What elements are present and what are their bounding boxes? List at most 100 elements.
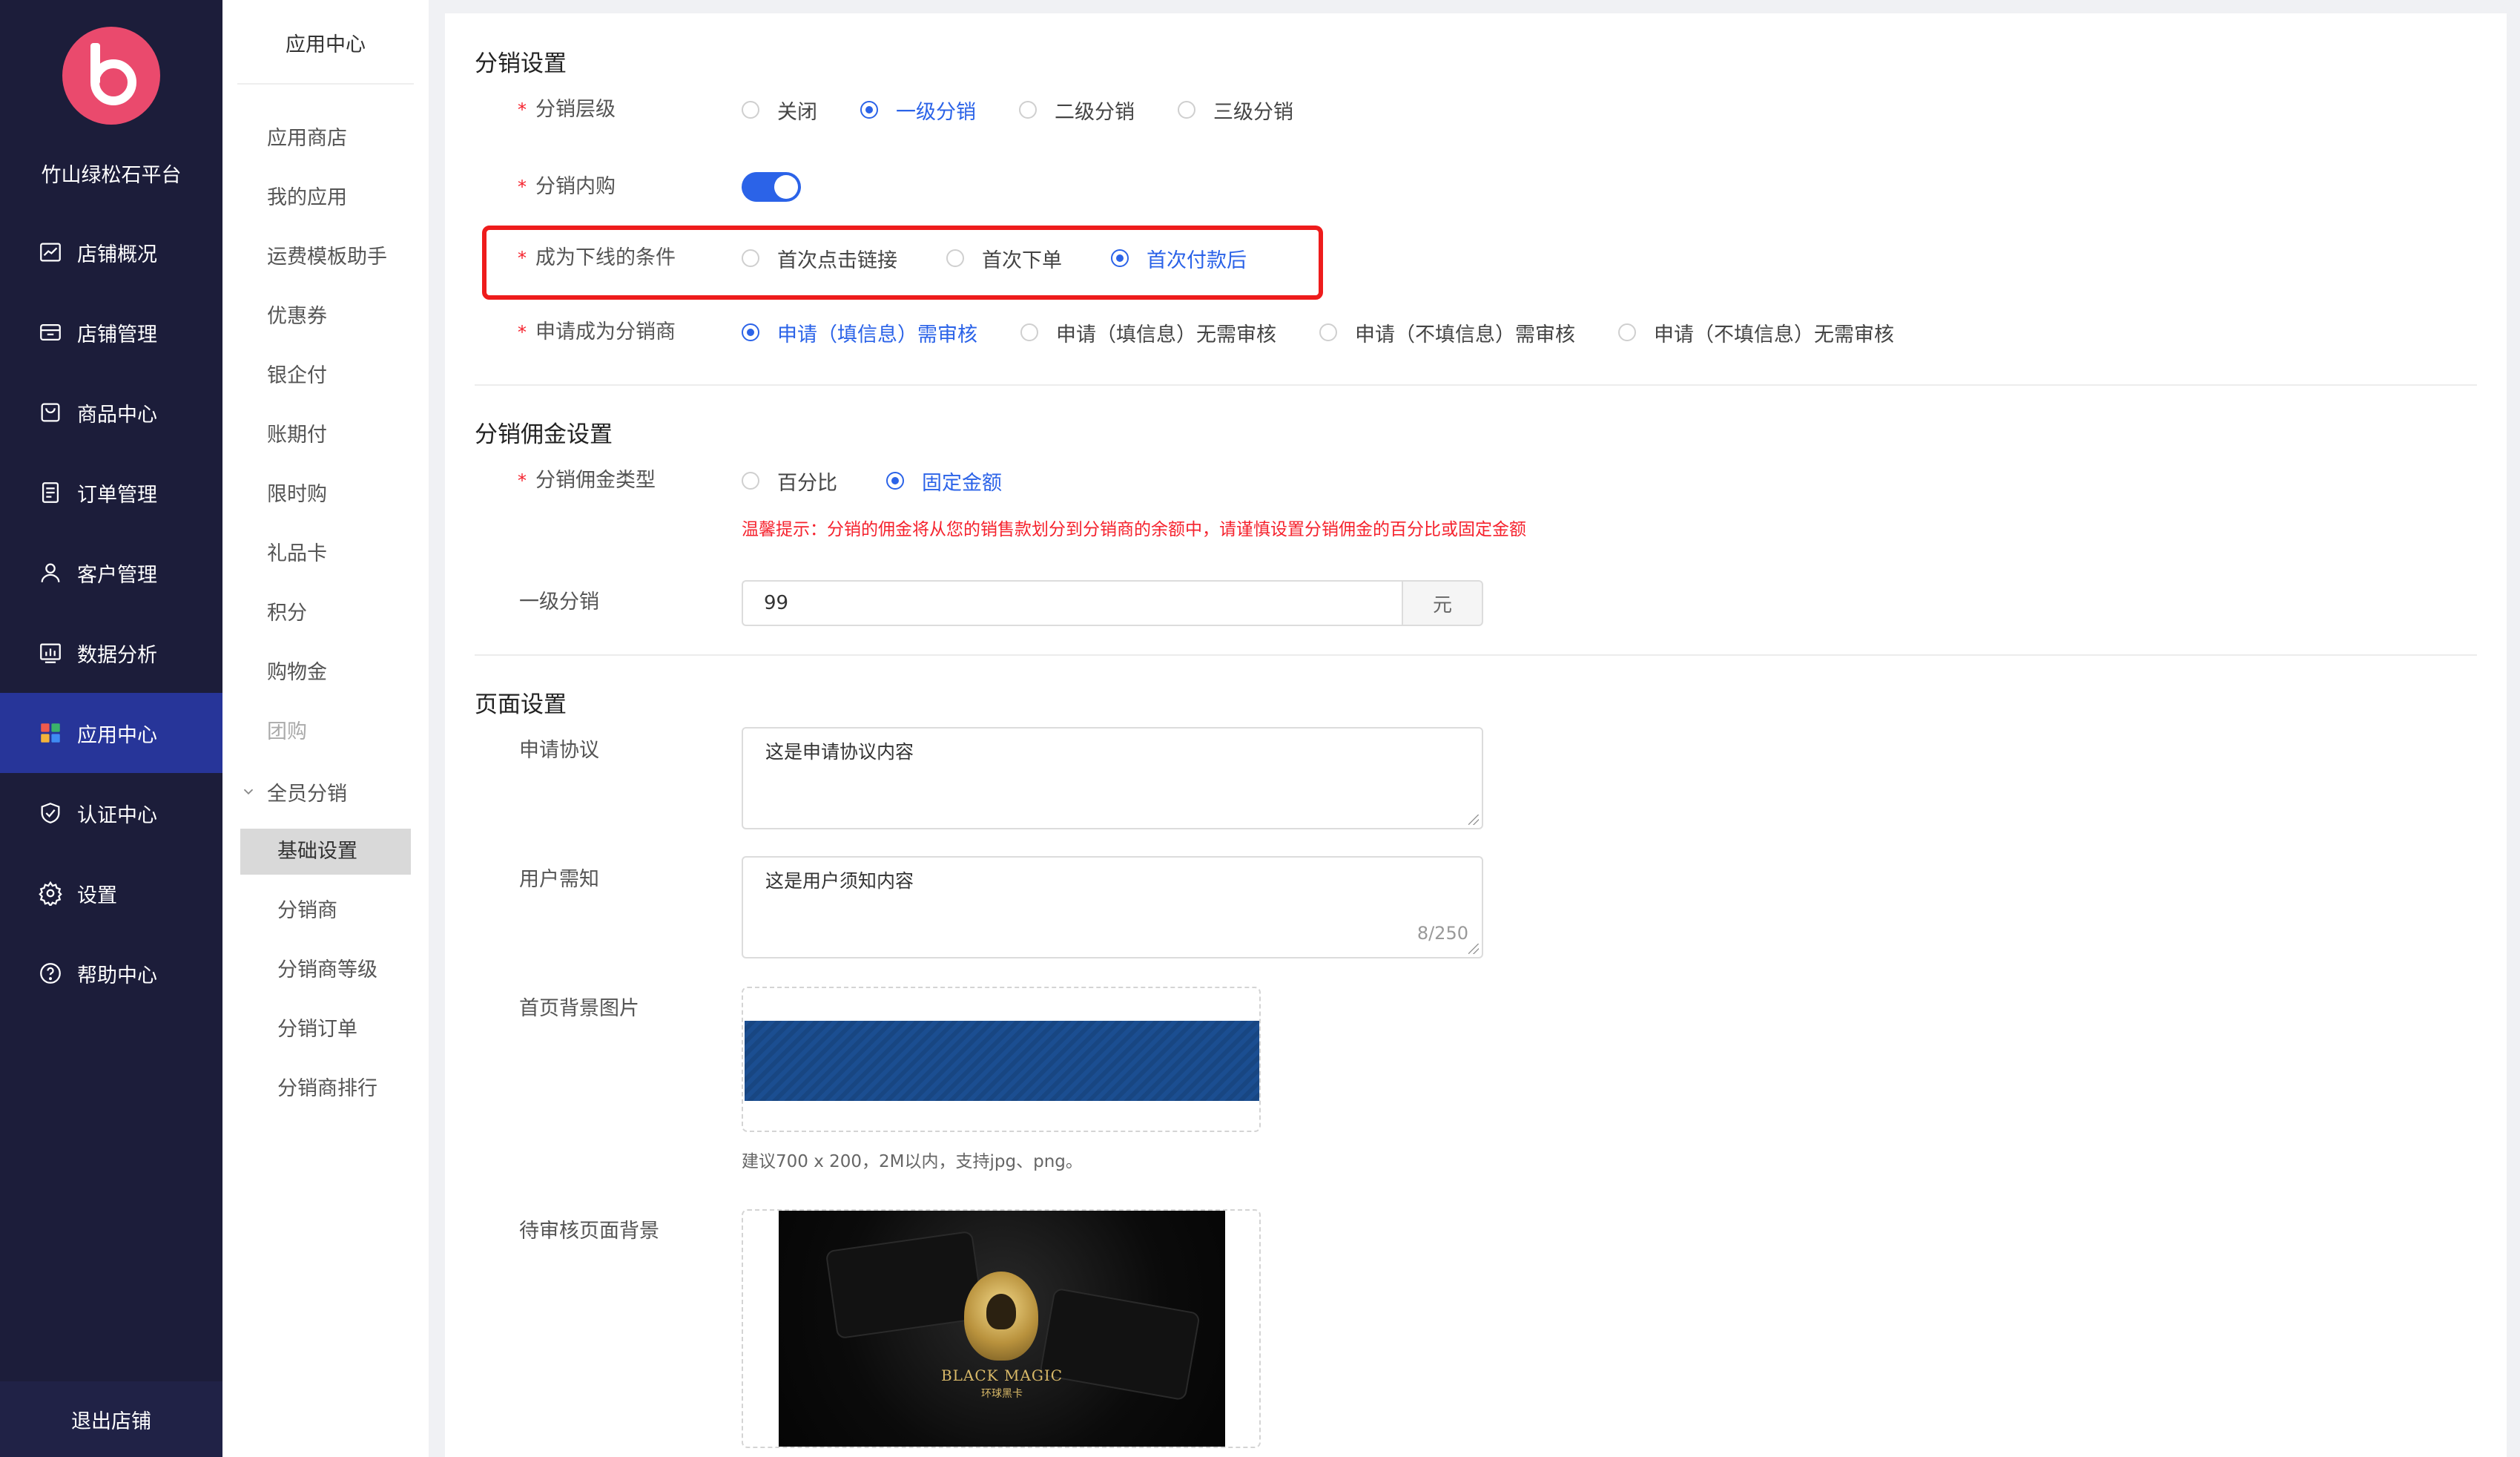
radio-apply-noinfo-no-review[interactable]: 申请（不填信息）无需审核 xyxy=(1618,318,1894,347)
radio-group-apply: 申请（填信息）需审核 申请（填信息）无需审核 申请（不填信息）需审核 申请（不填… xyxy=(742,318,1894,347)
user-icon xyxy=(37,559,64,586)
submenu-item-group-buy[interactable]: 团购 xyxy=(267,717,307,747)
home-bg-upload[interactable] xyxy=(742,987,1261,1132)
store-icon xyxy=(37,319,64,346)
submenu-item-distributor-ranking[interactable]: 分销商排行 xyxy=(277,1074,377,1104)
main-sidebar: 竹山绿松石平台 店铺概况 店铺管理 商品中心 订单管理 客户管理 数据分析 应用… xyxy=(0,0,222,1457)
nav-certification-center[interactable]: 认证中心 xyxy=(0,773,222,853)
submenu-item-bank-pay[interactable]: 银企付 xyxy=(267,361,327,391)
nav-label: 店铺概况 xyxy=(77,243,157,266)
home-bg-image xyxy=(745,1021,1259,1101)
radio-level-off[interactable]: 关闭 xyxy=(742,96,817,125)
logout-button[interactable]: 退出店铺 xyxy=(0,1381,222,1457)
nav-app-center[interactable]: 应用中心 xyxy=(0,693,222,773)
nav-label: 客户管理 xyxy=(77,563,157,587)
submenu-item-coupons[interactable]: 优惠券 xyxy=(267,302,327,332)
level1-commission-input[interactable] xyxy=(742,580,1402,626)
field-label-commission-type: * 分销佣金类型 xyxy=(518,469,656,492)
nav-product-center[interactable]: 商品中心 xyxy=(0,372,222,453)
nav-settings[interactable]: 设置 xyxy=(0,853,222,933)
nav-order-management[interactable]: 订单管理 xyxy=(0,453,222,533)
section-title-distribution: 分销设置 xyxy=(475,50,567,77)
submenu-item-distributors[interactable]: 分销商 xyxy=(277,896,337,926)
review-bg-image: BLACK MAGIC 环球黑卡 xyxy=(779,1211,1225,1447)
field-label-level: * 分销层级 xyxy=(518,98,616,121)
help-circle-icon xyxy=(37,960,64,987)
internal-purchase-toggle[interactable] xyxy=(742,172,801,202)
nav-help-center[interactable]: 帮助中心 xyxy=(0,933,222,1013)
agreement-textarea[interactable]: 这是申请协议内容 xyxy=(743,728,1482,828)
field-label-downline-condition: * 成为下线的条件 xyxy=(518,246,676,269)
radio-apply-info-no-review[interactable]: 申请（填信息）无需审核 xyxy=(1020,318,1276,347)
radio-apply-info-review[interactable]: 申请（填信息）需审核 xyxy=(742,318,977,347)
knight-emblem xyxy=(964,1272,1038,1361)
radio-commission-percent[interactable]: 百分比 xyxy=(742,467,837,496)
card-subtitle: 环球黑卡 xyxy=(981,1388,1023,1400)
nav-store-management[interactable]: 店铺管理 xyxy=(0,292,222,372)
radio-group-level: 关闭 一级分销 二级分销 三级分销 xyxy=(742,95,1293,125)
required-mark: * xyxy=(518,177,527,197)
radio-first-payment[interactable]: 首次付款后 xyxy=(1111,244,1247,273)
submenu-item-credit-pay[interactable]: 账期付 xyxy=(267,421,327,450)
submenu-item-app-store[interactable]: 应用商店 xyxy=(267,124,347,154)
radio-apply-noinfo-review[interactable]: 申请（不填信息）需审核 xyxy=(1319,318,1575,347)
submenu-group-distribution[interactable]: 全员分销 xyxy=(240,777,347,806)
card-decoration xyxy=(825,1230,985,1340)
radio-level-first[interactable]: 一级分销 xyxy=(860,96,976,125)
field-label-home-bg: 首页背景图片 xyxy=(519,997,639,1020)
nav-store-overview[interactable]: 店铺概况 xyxy=(0,212,222,292)
nav-label: 数据分析 xyxy=(77,643,157,667)
submenu-item-shopping-credit[interactable]: 购物金 xyxy=(267,658,327,688)
submenu-item-distributor-levels[interactable]: 分销商等级 xyxy=(277,956,377,985)
brand-logo[interactable] xyxy=(62,27,160,125)
submenu-item-freight-template[interactable]: 运费模板助手 xyxy=(267,243,387,272)
section-divider xyxy=(475,654,2477,656)
submenu-item-gift-card[interactable]: 礼品卡 xyxy=(267,539,327,569)
agreement-textarea-box: 这是申请协议内容 xyxy=(742,727,1483,829)
submenu-item-distribution-orders[interactable]: 分销订单 xyxy=(277,1015,357,1045)
char-counter: 8/250 xyxy=(1416,923,1468,944)
required-mark: * xyxy=(518,470,527,491)
app-center-submenu: 应用中心 xyxy=(222,0,429,1457)
nav-data-analysis[interactable]: 数据分析 xyxy=(0,613,222,693)
submenu-item-basic-settings[interactable]: 基础设置 xyxy=(277,837,357,866)
notice-textarea[interactable]: 这是用户须知内容 xyxy=(743,858,1482,957)
nav-label: 应用中心 xyxy=(77,723,157,747)
radio-first-click[interactable]: 首次点击链接 xyxy=(742,244,897,273)
nav-label: 设置 xyxy=(77,884,117,907)
required-mark: * xyxy=(518,99,527,120)
section-title-page: 页面设置 xyxy=(475,691,567,718)
chevron-down-icon xyxy=(243,789,254,795)
radio-group-commission-type: 百分比 固定金额 xyxy=(742,466,1002,496)
radio-first-order[interactable]: 首次下单 xyxy=(946,244,1062,273)
main-content: 分销设置 * 分销层级 关闭 一级分销 二级分销 三级分销 * 分销内购 * 成为下线… xyxy=(445,13,2507,1457)
field-label-apply: * 申请成为分销商 xyxy=(518,320,676,343)
field-label-internal-purchase: * 分销内购 xyxy=(518,175,616,198)
nav-label: 订单管理 xyxy=(77,483,157,507)
field-label-agreement: 申请协议 xyxy=(519,739,599,762)
required-mark: * xyxy=(518,248,527,269)
nav-customer-management[interactable]: 客户管理 xyxy=(0,533,222,613)
resize-handle[interactable] xyxy=(1468,815,1479,825)
notice-textarea-box: 这是用户须知内容 8/250 xyxy=(742,856,1483,958)
bar-chart-icon xyxy=(37,639,64,666)
apps-grid-icon xyxy=(37,720,64,746)
shopping-bag-icon xyxy=(37,399,64,426)
resize-handle[interactable] xyxy=(1468,944,1479,954)
submenu-item-flash-sale[interactable]: 限时购 xyxy=(267,480,327,510)
currency-suffix: 元 xyxy=(1402,580,1483,626)
toggle-knob xyxy=(774,175,798,199)
submenu-item-points[interactable]: 积分 xyxy=(267,599,307,628)
submenu-item-my-apps[interactable]: 我的应用 xyxy=(267,183,347,213)
home-bg-hint: 建议700 x 200，2M以内，支持jpg、png。 xyxy=(742,1152,1083,1171)
radio-group-downline-condition: 首次点击链接 首次下单 首次付款后 xyxy=(742,243,1247,273)
gear-icon xyxy=(37,880,64,907)
radio-commission-fixed[interactable]: 固定金额 xyxy=(886,467,1002,496)
nav-label: 商品中心 xyxy=(77,403,157,427)
review-bg-upload[interactable]: BLACK MAGIC 环球黑卡 xyxy=(742,1209,1261,1448)
shield-check-icon xyxy=(37,800,64,826)
radio-level-third[interactable]: 三级分销 xyxy=(1178,96,1293,125)
logo-ring xyxy=(90,59,136,105)
radio-level-second[interactable]: 二级分销 xyxy=(1019,96,1135,125)
field-label-notice: 用户需知 xyxy=(519,868,599,891)
